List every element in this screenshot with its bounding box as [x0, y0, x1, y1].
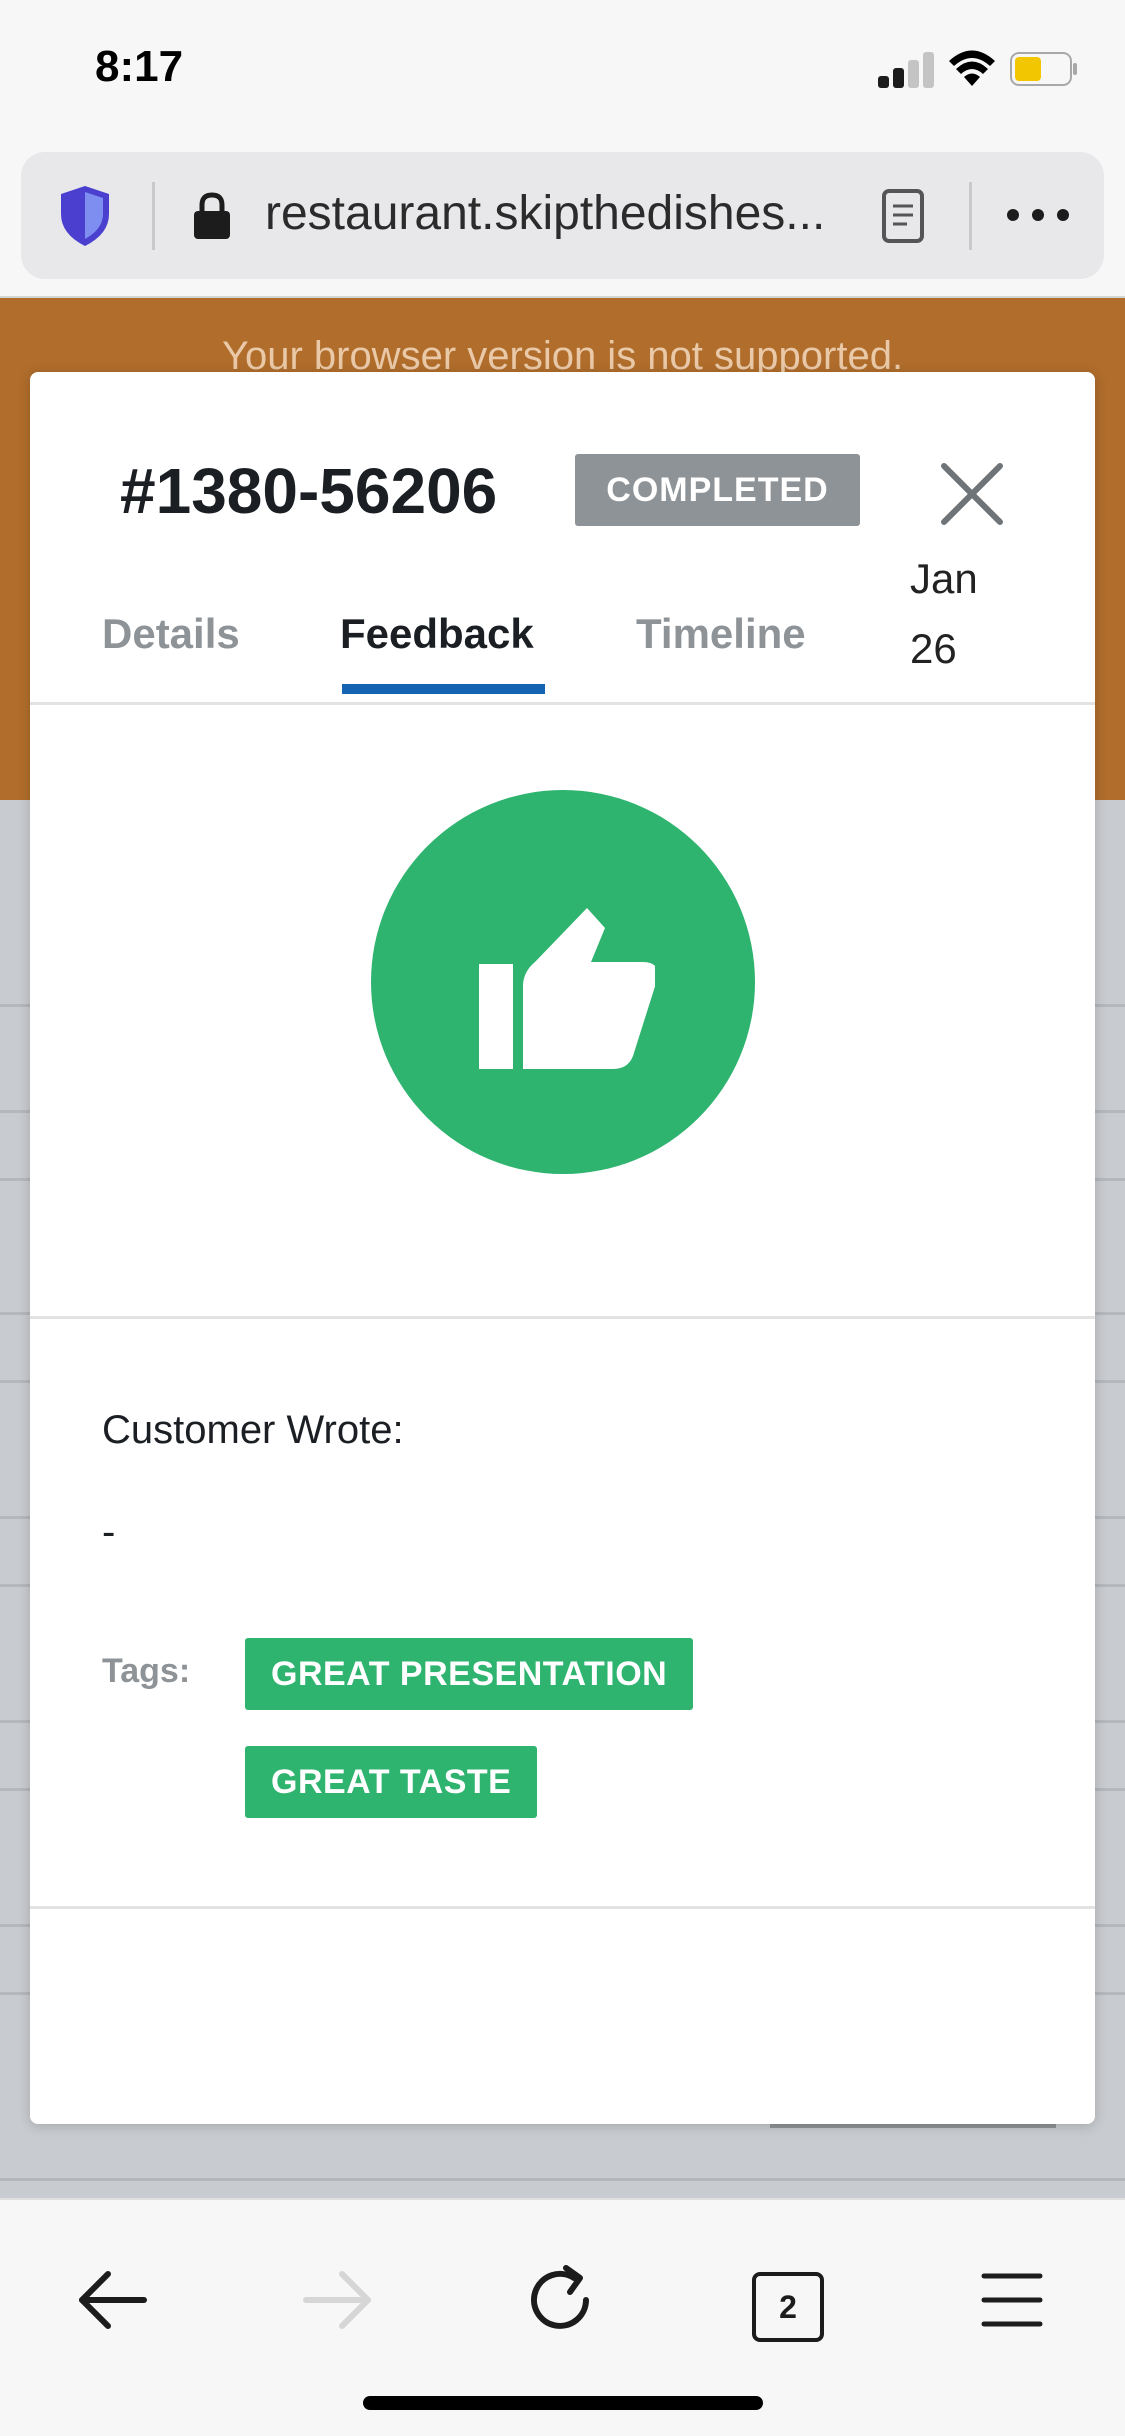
- order-date-month: Jan: [910, 555, 978, 602]
- reader-view-icon[interactable]: [881, 188, 925, 244]
- tag-great-presentation: GREAT PRESENTATION: [245, 1638, 694, 1710]
- more-menu-icon[interactable]: [1006, 208, 1070, 222]
- background-row-divider: [0, 2178, 1125, 2181]
- status-time: 8:17: [95, 42, 184, 91]
- battery-icon: [1010, 52, 1077, 86]
- customer-wrote-label: Customer Wrote:: [102, 1408, 404, 1452]
- lock-icon: [194, 192, 230, 239]
- hamburger-menu-icon[interactable]: [972, 2260, 1052, 2340]
- home-indicator[interactable]: [363, 2396, 763, 2410]
- shield-icon[interactable]: [57, 184, 113, 248]
- customer-comment: -: [102, 1510, 116, 1554]
- url-divider: [152, 182, 155, 250]
- active-tab-indicator: [342, 684, 545, 694]
- order-detail-modal: #1380-56206 COMPLETED Jan 26 Details Fee…: [30, 372, 1095, 2124]
- forward-arrow-icon[interactable]: [298, 2260, 378, 2340]
- reload-icon[interactable]: [522, 2260, 602, 2340]
- order-date: Jan 26: [910, 544, 1010, 684]
- section-divider: [30, 1906, 1095, 1909]
- url-text[interactable]: restaurant.skipthedishes...: [265, 186, 865, 241]
- url-divider: [969, 182, 972, 250]
- thumbs-up-icon: [479, 908, 655, 1069]
- tab-details[interactable]: Details: [102, 610, 240, 658]
- tab-count-button[interactable]: 2: [752, 2272, 824, 2342]
- tag-great-taste: GREAT TASTE: [245, 1746, 538, 1818]
- back-arrow-icon[interactable]: [72, 2260, 152, 2340]
- order-date-day: 26: [910, 625, 957, 672]
- tab-feedback[interactable]: Feedback: [340, 610, 534, 658]
- address-bar[interactable]: restaurant.skipthedishes...: [21, 152, 1104, 279]
- rating-badge: [371, 790, 755, 1174]
- tab-timeline[interactable]: Timeline: [636, 610, 806, 658]
- wifi-icon: [949, 50, 995, 86]
- background-button-edge: [770, 2124, 1056, 2128]
- status-bar: 8:17: [0, 0, 1125, 140]
- cellular-signal-icon: [878, 50, 936, 88]
- tabs-divider: [30, 702, 1095, 705]
- status-badge: COMPLETED: [575, 454, 860, 526]
- close-icon[interactable]: [940, 462, 1004, 526]
- section-divider: [30, 1316, 1095, 1319]
- tags-label: Tags:: [102, 1652, 191, 1690]
- order-number: #1380-56206: [120, 455, 498, 527]
